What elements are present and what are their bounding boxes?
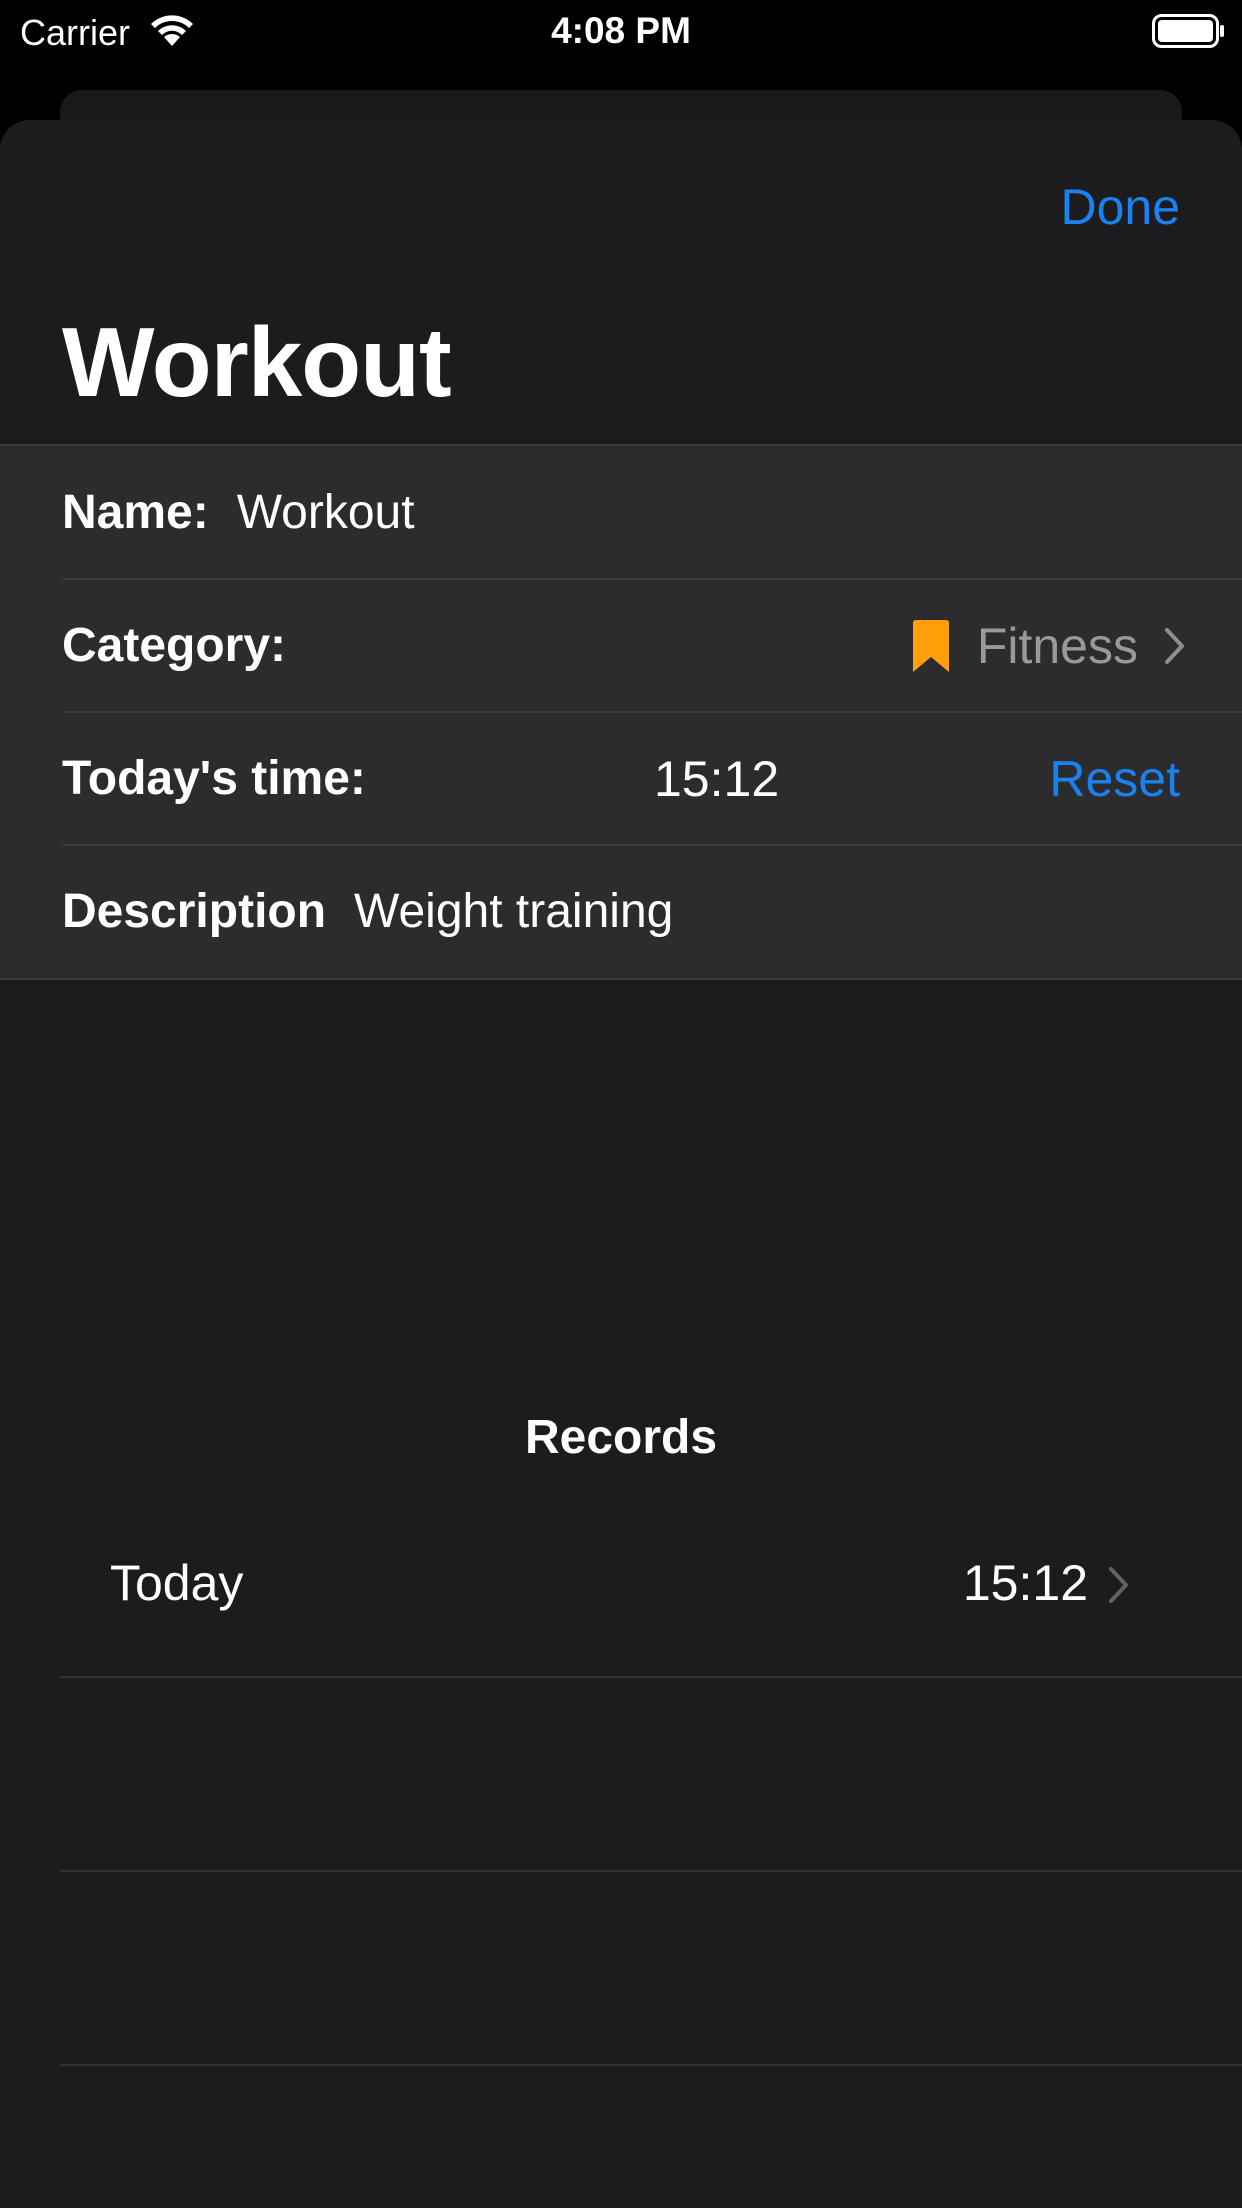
- chevron-right-icon: [1109, 1567, 1128, 1603]
- category-selector[interactable]: Fitness: [911, 579, 1186, 712]
- description-label: Description: [62, 885, 327, 938]
- details-form: Name: Workout Category: Fitness Today's …: [0, 444, 1242, 980]
- category-row[interactable]: Category: Fitness: [0, 578, 1242, 712]
- empty-record-row: [60, 2066, 1242, 2208]
- records-title: Records: [524, 1411, 718, 1464]
- category-value: Fitness: [976, 617, 1138, 674]
- today-time-label: Today's time:: [62, 752, 366, 805]
- description-field[interactable]: Weight training: [354, 884, 673, 939]
- modal-sheet: Done Workout Name: Workout Category: Fit…: [0, 120, 1242, 2208]
- empty-record-row: [60, 1872, 1242, 2066]
- chevron-right-icon: [1165, 627, 1184, 664]
- category-label: Category:: [62, 619, 287, 672]
- records-list: Today 15:12: [60, 1484, 1242, 2208]
- record-value: 15:12: [962, 1555, 1088, 1611]
- battery-icon: [1152, 14, 1224, 48]
- bookmark-icon: [912, 619, 949, 672]
- record-row[interactable]: Today 15:12: [60, 1484, 1242, 1678]
- name-label: Name:: [62, 486, 209, 539]
- record-label: Today: [110, 1555, 244, 1611]
- today-time-row: Today's time: 15:12 Reset: [0, 711, 1242, 845]
- name-row[interactable]: Name: Workout: [0, 446, 1242, 579]
- name-field[interactable]: Workout: [237, 485, 415, 540]
- reset-button[interactable]: Reset: [1049, 750, 1180, 808]
- page-title: Workout: [62, 307, 452, 417]
- empty-record-row: [60, 1678, 1242, 1872]
- status-bar: Carrier 4:08 PM: [0, 0, 1242, 62]
- status-time: 4:08 PM: [551, 10, 691, 51]
- done-button[interactable]: Done: [1060, 178, 1180, 236]
- today-time-value: 15:12: [654, 750, 780, 807]
- description-row[interactable]: Description Weight training: [0, 844, 1242, 978]
